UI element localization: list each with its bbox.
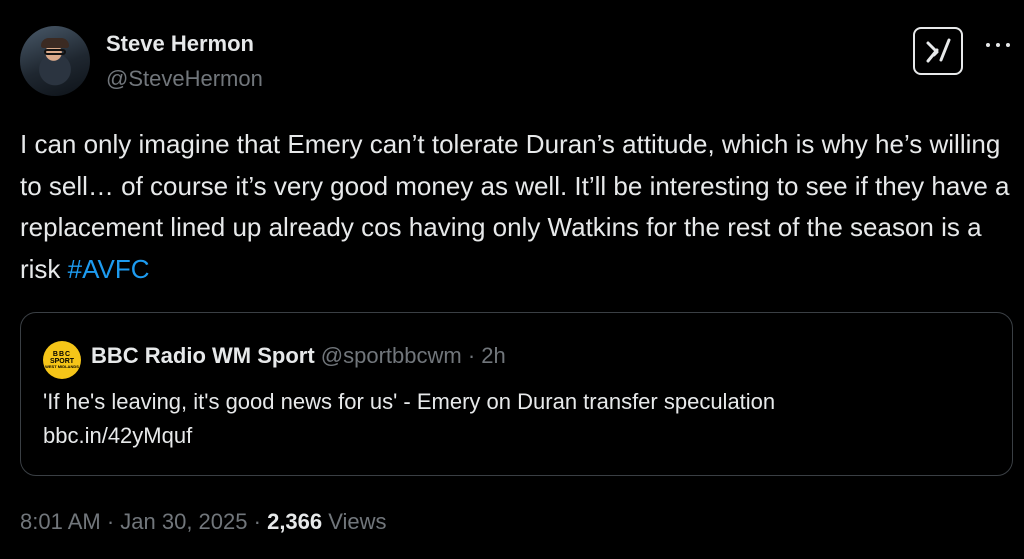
quoted-tweet[interactable]: BBC SPORT WEST MIDLANDS BBC Radio WM Spo… [20, 312, 1013, 476]
quoted-headline: 'If he's leaving, it's good news for us'… [43, 389, 776, 414]
avatar-hair [41, 38, 69, 48]
views-label: Views [322, 509, 387, 534]
quoted-author-handle[interactable]: @sportbbcwm [321, 343, 462, 368]
avatar-glasses [44, 49, 66, 55]
author-avatar[interactable] [20, 26, 90, 96]
bbc-sport-logo: BBC SPORT WEST MIDLANDS [43, 341, 81, 379]
grok-button[interactable] [913, 27, 963, 75]
meta-separator: · [100, 509, 121, 534]
quoted-text: 'If he's leaving, it's good news for us'… [43, 385, 993, 453]
tweet-text: I can only imagine that Emery can’t tole… [20, 124, 1010, 290]
views-count: 2,366 [267, 509, 323, 534]
tweet-body: I can only imagine that Emery can’t tole… [20, 129, 1010, 284]
quoted-age[interactable]: 2h [481, 343, 505, 368]
hashtag-link[interactable]: #AVFC [68, 254, 150, 284]
quoted-header: BBC Radio WM Sport @sportbbcwm · 2h [91, 343, 506, 369]
author-name[interactable]: Steve Hermon [106, 31, 254, 57]
more-icon[interactable] [986, 38, 1010, 52]
tweet-meta: 8:01 AM · Jan 30, 2025 · 2,366 Views [20, 509, 387, 535]
quoted-separator: · [461, 343, 482, 368]
meta-separator: · [247, 509, 268, 534]
quoted-link: bbc.in/42yMquf [43, 423, 193, 448]
tweet-date[interactable]: Jan 30, 2025 [120, 509, 247, 534]
author-handle[interactable]: @SteveHermon [106, 66, 263, 92]
tweet-time[interactable]: 8:01 AM [20, 509, 101, 534]
grok-icon [926, 38, 951, 63]
quoted-author-name[interactable]: BBC Radio WM Sport [91, 343, 315, 368]
